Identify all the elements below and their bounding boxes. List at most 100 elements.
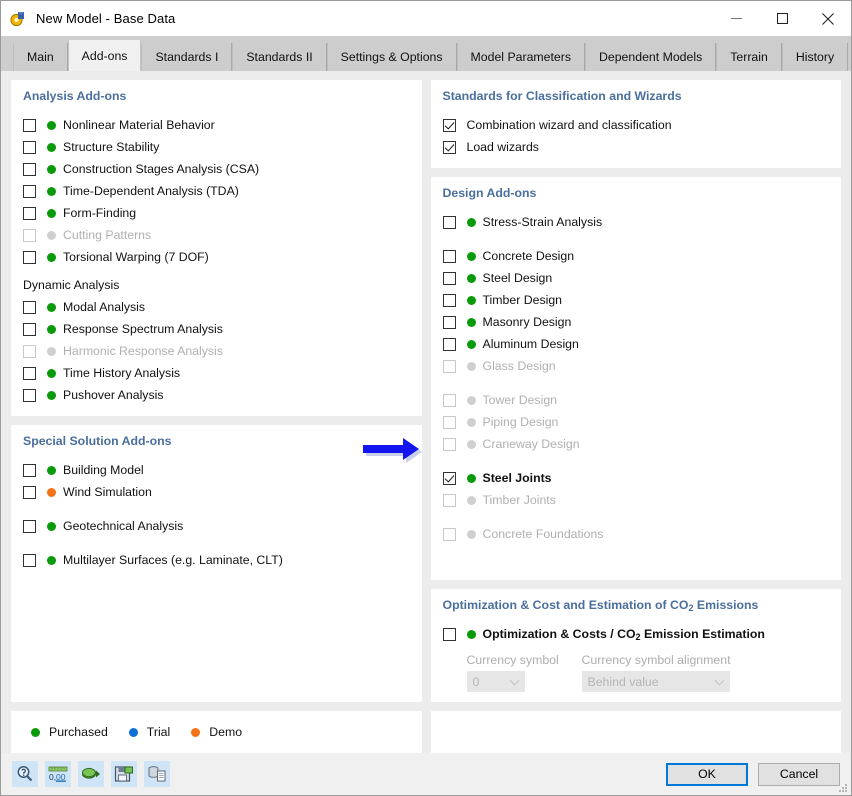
cancel-button[interactable]: Cancel [758, 763, 840, 786]
help-magnifier-icon[interactable] [12, 761, 38, 787]
checkbox[interactable] [23, 251, 36, 264]
tab-standards-ii[interactable]: Standards II [232, 43, 326, 71]
item-label: Pushover Analysis [63, 388, 163, 402]
save-template-icon[interactable] [111, 761, 137, 787]
checkbox[interactable] [443, 272, 456, 285]
currency-alignment-select[interactable]: Behind value [582, 671, 730, 692]
special-solution-add-ons-card: Special Solution Add-ons Building Model … [11, 425, 422, 702]
checkbox[interactable] [23, 389, 36, 402]
checkbox-row-nonlinear-material-behavior[interactable]: Nonlinear Material Behavior [23, 114, 410, 136]
numeric-format-icon[interactable]: 0, 00 [45, 761, 71, 787]
resize-grip[interactable] [837, 782, 848, 793]
checkbox[interactable] [443, 316, 456, 329]
checkbox[interactable] [23, 486, 36, 499]
tab-bar: Main Add-ons Standards I Standards II Se… [1, 36, 851, 71]
checkbox-row-combination-wizard[interactable]: Combination wizard and classification [443, 114, 830, 136]
checkbox[interactable] [443, 294, 456, 307]
checkbox[interactable] [23, 520, 36, 533]
checkbox[interactable] [443, 472, 456, 485]
checkbox-row-torsional-warping[interactable]: Torsional Warping (7 DOF) [23, 246, 410, 268]
checkbox-row-steel-joints[interactable]: Steel Joints [443, 467, 830, 489]
right-column: Standards for Classification and Wizards… [431, 80, 842, 753]
checkbox-row-wind-simulation[interactable]: Wind Simulation [23, 481, 410, 503]
item-label: Form-Finding [63, 206, 136, 220]
minimize-icon[interactable] [713, 1, 759, 36]
item-label: Time History Analysis [63, 366, 180, 380]
status-dot-purchased [47, 253, 56, 262]
checkbox-row-masonry-design[interactable]: Masonry Design [443, 311, 830, 333]
checkbox[interactable] [443, 216, 456, 229]
checkbox-row-optimization-costs[interactable]: Optimization & Costs / CO2 Emission Esti… [443, 623, 830, 645]
checkbox[interactable] [443, 338, 456, 351]
checkbox-row-steel-design[interactable]: Steel Design [443, 267, 830, 289]
checkbox[interactable] [23, 185, 36, 198]
checkbox[interactable] [23, 207, 36, 220]
checkbox[interactable] [23, 464, 36, 477]
checkbox-row-form-finding[interactable]: Form-Finding [23, 202, 410, 224]
checkbox-row-time-history-analysis[interactable]: Time History Analysis [23, 362, 410, 384]
checkbox-row-geotechnical-analysis[interactable]: Geotechnical Analysis [23, 515, 410, 537]
tab-terrain[interactable]: Terrain [716, 43, 782, 71]
tab-history[interactable]: History [782, 43, 848, 71]
checkbox[interactable] [23, 301, 36, 314]
tab-add-ons[interactable]: Add-ons [68, 40, 142, 71]
optimization-title-pre: Optimization & Cost and Estimation of CO [443, 598, 689, 612]
checkbox-row-construction-stages-analysis[interactable]: Construction Stages Analysis (CSA) [23, 158, 410, 180]
checkbox[interactable] [443, 628, 456, 641]
item-label: Geotechnical Analysis [63, 519, 183, 533]
checkbox-row-multilayer-surfaces[interactable]: Multilayer Surfaces (e.g. Laminate, CLT) [23, 549, 410, 571]
optimization-title: Optimization & Cost and Estimation of CO… [443, 598, 830, 612]
ok-button[interactable]: OK [666, 763, 748, 786]
run-export-icon[interactable] [78, 761, 104, 787]
checkbox-row-concrete-design[interactable]: Concrete Design [443, 245, 830, 267]
item-label: Nonlinear Material Behavior [63, 118, 215, 132]
checkbox-row-aluminum-design[interactable]: Aluminum Design [443, 333, 830, 355]
status-dot-demo [47, 488, 56, 497]
checkbox[interactable] [23, 163, 36, 176]
item-label: Craneway Design [483, 437, 580, 451]
analysis-add-ons-title: Analysis Add-ons [23, 89, 410, 103]
tab-settings-options[interactable]: Settings & Options [327, 43, 457, 71]
legend-label: Purchased [49, 725, 108, 739]
checkbox[interactable] [23, 119, 36, 132]
tab-main[interactable]: Main [13, 43, 68, 71]
tab-model-parameters[interactable]: Model Parameters [457, 43, 585, 71]
item-label: Aluminum Design [483, 337, 579, 351]
item-label: Timber Design [483, 293, 563, 307]
database-report-icon[interactable] [144, 761, 170, 787]
checkbox-row-timber-design[interactable]: Timber Design [443, 289, 830, 311]
checkbox[interactable] [23, 367, 36, 380]
tab-standards-i[interactable]: Standards I [141, 43, 232, 71]
checkbox-row-response-spectrum-analysis[interactable]: Response Spectrum Analysis [23, 318, 410, 340]
status-dot-unavailable [47, 347, 56, 356]
checkbox[interactable] [443, 250, 456, 263]
tab-dependent-models[interactable]: Dependent Models [585, 43, 716, 71]
status-dot-purchased [467, 218, 476, 227]
checkbox-row-structure-stability[interactable]: Structure Stability [23, 136, 410, 158]
item-label: Stress-Strain Analysis [483, 215, 603, 229]
checkbox-row-time-dependent-analysis[interactable]: Time-Dependent Analysis (TDA) [23, 180, 410, 202]
checkbox-row-concrete-foundations: Concrete Foundations [443, 523, 830, 545]
checkbox-row-pushover-analysis[interactable]: Pushover Analysis [23, 384, 410, 406]
checkbox[interactable] [443, 119, 456, 132]
status-dot-unavailable [47, 231, 56, 240]
checkbox[interactable] [23, 141, 36, 154]
checkbox-row-modal-analysis[interactable]: Modal Analysis [23, 296, 410, 318]
checkbox[interactable] [23, 323, 36, 336]
checkbox-row-craneway-design: Craneway Design [443, 433, 830, 455]
close-icon[interactable] [805, 1, 851, 36]
checkbox-row-load-wizards[interactable]: Load wizards [443, 136, 830, 158]
maximize-icon[interactable] [759, 1, 805, 36]
checkbox-row-building-model[interactable]: Building Model [23, 459, 410, 481]
checkbox-row-cutting-patterns: Cutting Patterns [23, 224, 410, 246]
title-bar: New Model - Base Data [1, 1, 851, 36]
analysis-add-ons-card: Analysis Add-ons Nonlinear Material Beha… [11, 80, 422, 416]
status-dot-unavailable [467, 496, 476, 505]
currency-symbol-select[interactable]: 0 [467, 671, 525, 692]
checkbox-row-stress-strain-analysis[interactable]: Stress-Strain Analysis [443, 211, 830, 233]
item-label: Torsional Warping (7 DOF) [63, 250, 209, 264]
item-label: Multilayer Surfaces (e.g. Laminate, CLT) [63, 553, 283, 567]
checkbox[interactable] [443, 141, 456, 154]
checkbox[interactable] [23, 554, 36, 567]
item-label: Combination wizard and classification [467, 118, 672, 132]
